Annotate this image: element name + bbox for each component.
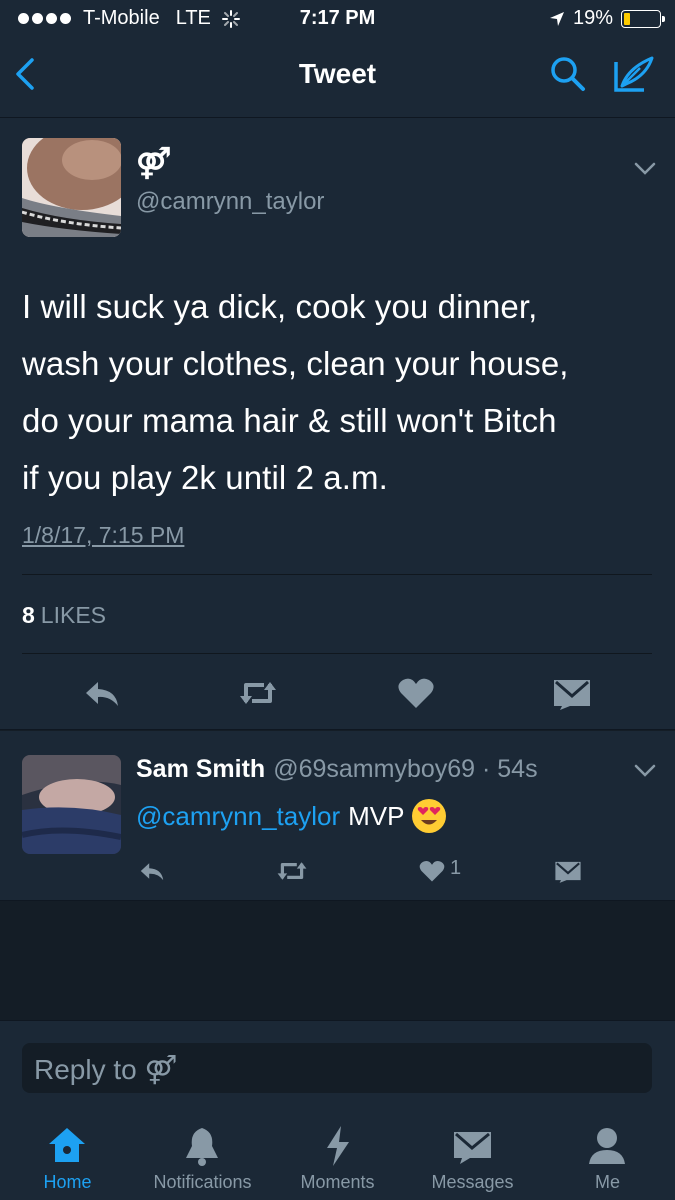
retweet-icon[interactable] (238, 676, 278, 710)
tweet-text: I will suck ya dick, cook you dinner, wa… (22, 278, 662, 506)
tab-messages[interactable]: Messages (405, 1100, 540, 1200)
tab-label: Notifications (153, 1172, 252, 1192)
divider (22, 653, 652, 654)
reply-handle[interactable]: @69sammyboy69 · 54s (273, 755, 537, 783)
reply-display-name[interactable]: Sam Smith (136, 755, 265, 783)
tab-label: Me (594, 1172, 620, 1192)
tweet-actions (0, 668, 675, 718)
person-icon (589, 1128, 625, 1164)
reply-body: MVP (348, 800, 405, 831)
tab-label: Messages (431, 1172, 514, 1192)
tweet-text-line: wash your clothes, clean your house, (22, 345, 569, 382)
likes-label: LIKES (40, 602, 107, 628)
avatar-photo (22, 138, 121, 237)
avatar[interactable] (22, 138, 121, 237)
search-icon[interactable] (548, 54, 588, 94)
direct-message-icon[interactable] (554, 857, 582, 885)
heart-icon[interactable] (396, 676, 436, 710)
tweet-text-line: do your mama hair & still won't Bitch (22, 402, 557, 439)
home-icon (49, 1128, 85, 1162)
status-bar: T-Mobile LTE 7:17 PM 19% (0, 0, 675, 1027)
reply-input[interactable]: Reply to ⚤ (22, 1043, 652, 1093)
tweet-text-line: I will suck ya dick, cook you dinner, (22, 288, 538, 325)
mention-link[interactable]: @camrynn_taylor (136, 801, 340, 832)
tab-moments[interactable]: Moments (270, 1100, 405, 1200)
location-arrow-icon (549, 11, 564, 26)
direct-message-icon[interactable] (552, 676, 592, 710)
reply-icon[interactable] (138, 857, 166, 885)
empty-area (0, 902, 675, 1020)
likes-summary[interactable]: 8 LIKES (22, 602, 106, 629)
tab-home[interactable]: Home (0, 1100, 135, 1200)
avatar-photo (22, 755, 121, 854)
tab-label: Moments (300, 1172, 375, 1192)
tweet-text-line: if you play 2k until 2 a.m. (22, 459, 388, 496)
tab-label: Home (43, 1172, 92, 1192)
tweet-timestamp[interactable]: 1/8/17, 7:15 PM (22, 522, 184, 549)
lightning-icon (327, 1126, 349, 1166)
bell-icon (186, 1128, 218, 1166)
tab-me[interactable]: Me (540, 1100, 675, 1200)
top-bar: T-Mobile LTE 7:17 PM 19% Tweet (0, 0, 675, 1027)
battery-percent: 19% (572, 7, 613, 29)
display-name[interactable]: ⚤ (136, 146, 171, 181)
avatar[interactable] (22, 755, 121, 854)
battery-fill (624, 12, 631, 25)
heart-eyes-emoji-icon (412, 799, 447, 833)
reply-composer-bar: Reply to ⚤ (0, 1020, 675, 1100)
main-tweet: ⚤ @camrynn_taylor I will suck ya dick, c… (0, 118, 675, 730)
chevron-down-icon[interactable] (634, 764, 656, 778)
reply-tweet[interactable]: Sam Smith @69sammyboy69 · 54s @camrynn_ta… (0, 731, 675, 901)
tab-notifications[interactable]: Notifications (135, 1100, 270, 1200)
status-right: 19% (549, 7, 665, 30)
reply-text: @camrynn_taylor MVP (136, 799, 447, 833)
battery-icon (621, 9, 665, 28)
reply-icon[interactable] (82, 676, 122, 710)
reply-header: Sam Smith @69sammyboy69 · 54s (136, 755, 538, 784)
reply-like-count: 1 (450, 857, 462, 879)
compose-tweet-icon[interactable] (612, 54, 658, 94)
heart-icon[interactable] (418, 857, 446, 885)
retweet-icon[interactable] (276, 857, 308, 885)
chevron-down-icon[interactable] (634, 162, 656, 176)
nav-bar: Tweet (0, 40, 675, 118)
divider (22, 574, 652, 575)
reply-actions (0, 853, 675, 889)
likes-count: 8 (22, 602, 35, 628)
tab-bar: Home Notifications Moments Messages Me (0, 1100, 675, 1200)
user-handle[interactable]: @camrynn_taylor (136, 188, 324, 216)
envelope-icon (454, 1132, 491, 1164)
